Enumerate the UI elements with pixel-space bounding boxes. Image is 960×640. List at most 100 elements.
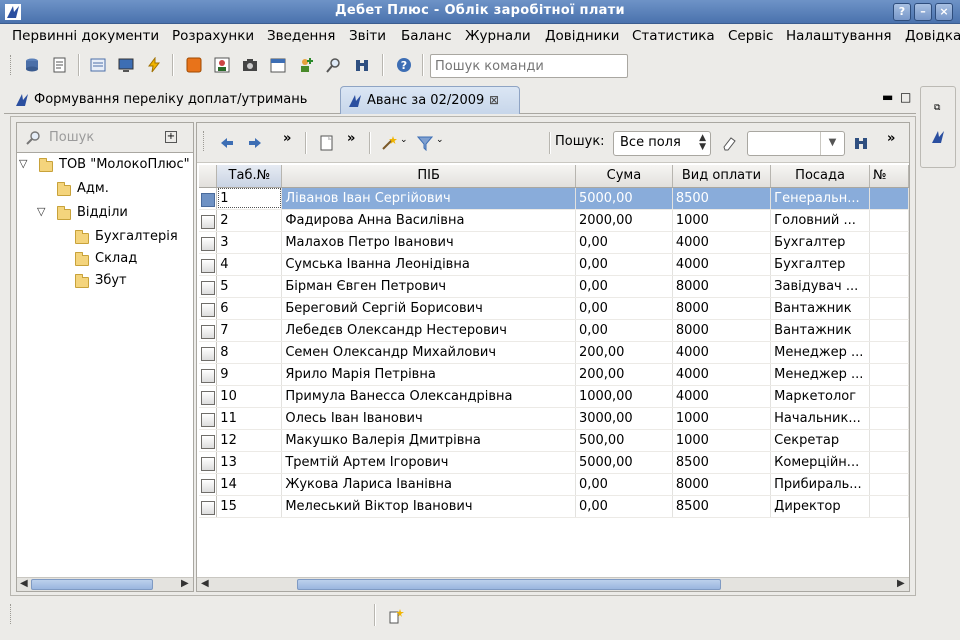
cell-amount[interactable]: 1000,00 bbox=[575, 385, 673, 408]
cell-amount[interactable]: 5000,00 bbox=[575, 187, 673, 210]
cell-number[interactable] bbox=[869, 429, 909, 452]
menu-summaries[interactable]: Зведення bbox=[267, 28, 335, 44]
cell-amount[interactable]: 0,00 bbox=[575, 495, 673, 518]
minimize-view-button[interactable]: ▬ bbox=[882, 90, 893, 104]
forward-arrow-icon[interactable] bbox=[247, 135, 263, 151]
cell-number[interactable] bbox=[869, 231, 909, 254]
collapse-triangle-icon[interactable]: ▽ bbox=[19, 157, 27, 170]
cell-tab-number[interactable]: 10 bbox=[216, 385, 283, 408]
cell-position[interactable]: Завідувач ... bbox=[770, 275, 870, 298]
menu-reports[interactable]: Звіти bbox=[349, 28, 386, 44]
command-search-input[interactable] bbox=[430, 54, 628, 78]
cell-tab-number[interactable]: 12 bbox=[216, 429, 283, 452]
row-checkbox[interactable] bbox=[200, 412, 215, 427]
cell-payment-type[interactable]: 8000 bbox=[672, 473, 772, 496]
row-checkbox-cell[interactable] bbox=[199, 275, 218, 298]
cell-amount[interactable]: 0,00 bbox=[575, 253, 673, 276]
row-checkbox-cell[interactable] bbox=[199, 319, 218, 342]
cell-payment-type[interactable]: 4000 bbox=[672, 385, 772, 408]
minimize-button[interactable]: – bbox=[914, 3, 932, 21]
magic-wand-icon[interactable] bbox=[381, 135, 397, 151]
cell-amount[interactable]: 0,00 bbox=[575, 231, 673, 254]
menu-directories[interactable]: Довідники bbox=[545, 28, 619, 44]
cell-payment-type[interactable]: 8500 bbox=[672, 451, 772, 474]
scroll-left-icon[interactable]: ◀ bbox=[20, 578, 28, 589]
table-row[interactable]: 9 Ярило Марія Петрівна 200,00 4000 Менеджер … bbox=[199, 363, 909, 386]
cell-number[interactable] bbox=[869, 319, 909, 342]
cell-position[interactable]: Генеральн... bbox=[770, 187, 870, 210]
cell-payment-type[interactable]: 8500 bbox=[672, 495, 772, 518]
scroll-right-icon[interactable]: ▶ bbox=[181, 578, 189, 589]
cell-name[interactable]: Олесь Іван Іванович bbox=[281, 407, 576, 430]
row-checkbox-cell[interactable] bbox=[199, 209, 218, 232]
cell-name[interactable]: Береговий Сергій Борисович bbox=[281, 297, 576, 320]
app-logo-icon[interactable] bbox=[930, 129, 946, 145]
row-checkbox[interactable] bbox=[200, 280, 215, 295]
cell-tab-number[interactable]: 5 bbox=[216, 275, 283, 298]
calendar-icon[interactable] bbox=[270, 57, 286, 73]
tab-advance[interactable]: Аванс за 02/2009 ⊠ bbox=[340, 86, 520, 114]
cell-name[interactable]: Макушко Валерія Дмитрівна bbox=[281, 429, 576, 452]
cell-number[interactable] bbox=[869, 385, 909, 408]
cell-tab-number[interactable]: 7 bbox=[216, 319, 283, 342]
tab-payments-list[interactable]: Формування переліку доплат/утримань bbox=[8, 86, 334, 114]
column-header-tab-number[interactable]: Таб.№ bbox=[216, 165, 283, 188]
cell-payment-type[interactable]: 4000 bbox=[672, 231, 772, 254]
cell-number[interactable] bbox=[869, 341, 909, 364]
lightning-icon[interactable] bbox=[146, 57, 162, 73]
new-view-icon[interactable] bbox=[388, 608, 404, 624]
grid-horizontal-scrollbar[interactable]: ◀ ▶ bbox=[197, 577, 909, 591]
add-user-icon[interactable] bbox=[298, 57, 314, 73]
list-icon[interactable] bbox=[90, 57, 106, 73]
cell-tab-number[interactable]: 14 bbox=[216, 473, 283, 496]
table-row[interactable]: 15 Мелеський Віктор Іванович 0,00 8500 Дирек… bbox=[199, 495, 909, 518]
row-checkbox-cell[interactable] bbox=[199, 495, 218, 518]
row-checkbox[interactable] bbox=[200, 478, 215, 493]
monitor-icon[interactable] bbox=[118, 57, 134, 73]
cell-payment-type[interactable]: 8500 bbox=[672, 187, 772, 210]
binoculars-icon[interactable] bbox=[853, 135, 869, 151]
cell-position[interactable]: Менеджер ... bbox=[770, 341, 870, 364]
table-row[interactable]: 4 Сумська Іванна Леонідівна 0,00 4000 Бухгал… bbox=[199, 253, 909, 276]
table-row[interactable]: 14 Жукова Лариса Іванівна 0,00 8000 Прибирал… bbox=[199, 473, 909, 496]
cell-position[interactable]: Директор bbox=[770, 495, 870, 518]
cell-name[interactable]: Фадирова Анна Василівна bbox=[281, 209, 576, 232]
cell-name[interactable]: Жукова Лариса Іванівна bbox=[281, 473, 576, 496]
cell-tab-number[interactable]: 3 bbox=[216, 231, 283, 254]
table-row[interactable]: 6 Береговий Сергій Борисович 0,00 8000 Ванта… bbox=[199, 297, 909, 320]
row-checkbox[interactable] bbox=[200, 324, 215, 339]
new-document-icon[interactable] bbox=[319, 135, 335, 151]
document-edit-icon[interactable] bbox=[52, 57, 68, 73]
cell-tab-number[interactable]: 8 bbox=[216, 341, 283, 364]
cell-name[interactable]: Лебедєв Олександр Нестерович bbox=[281, 319, 576, 342]
row-checkbox[interactable] bbox=[200, 434, 215, 449]
maximize-view-button[interactable]: □ bbox=[900, 90, 911, 104]
collapse-triangle-icon[interactable]: ▽ bbox=[37, 205, 45, 218]
tree-search[interactable]: Пошук + bbox=[17, 123, 193, 153]
close-window-button[interactable]: × bbox=[935, 3, 953, 21]
scroll-thumb[interactable] bbox=[31, 579, 153, 590]
cell-payment-type[interactable]: 8000 bbox=[672, 297, 772, 320]
cell-name[interactable]: Сумська Іванна Леонідівна bbox=[281, 253, 576, 276]
menu-help[interactable]: Довідка bbox=[905, 28, 960, 44]
cell-amount[interactable]: 2000,00 bbox=[575, 209, 673, 232]
row-checkbox[interactable] bbox=[200, 500, 215, 515]
row-checkbox-cell[interactable] bbox=[199, 407, 218, 430]
cell-tab-number[interactable]: 9 bbox=[216, 363, 283, 386]
row-checkbox-cell[interactable] bbox=[199, 253, 218, 276]
more-chevron-icon[interactable]: » bbox=[347, 131, 355, 146]
menu-balance[interactable]: Баланс bbox=[401, 28, 452, 44]
cell-tab-number[interactable]: 6 bbox=[216, 297, 283, 320]
row-checkbox[interactable] bbox=[200, 368, 215, 383]
cell-amount[interactable]: 0,00 bbox=[575, 297, 673, 320]
row-checkbox-cell[interactable] bbox=[199, 341, 218, 364]
row-checkbox[interactable] bbox=[200, 390, 215, 405]
cell-number[interactable] bbox=[869, 253, 909, 276]
restore-icon[interactable]: ⧉ bbox=[934, 103, 940, 113]
menu-journals[interactable]: Журнали bbox=[465, 28, 531, 44]
cell-amount[interactable]: 5000,00 bbox=[575, 451, 673, 474]
cell-payment-type[interactable]: 1000 bbox=[672, 407, 772, 430]
column-header-amount[interactable]: Сума bbox=[575, 165, 673, 188]
row-checkbox-cell[interactable] bbox=[199, 451, 218, 474]
cell-amount[interactable]: 0,00 bbox=[575, 473, 673, 496]
